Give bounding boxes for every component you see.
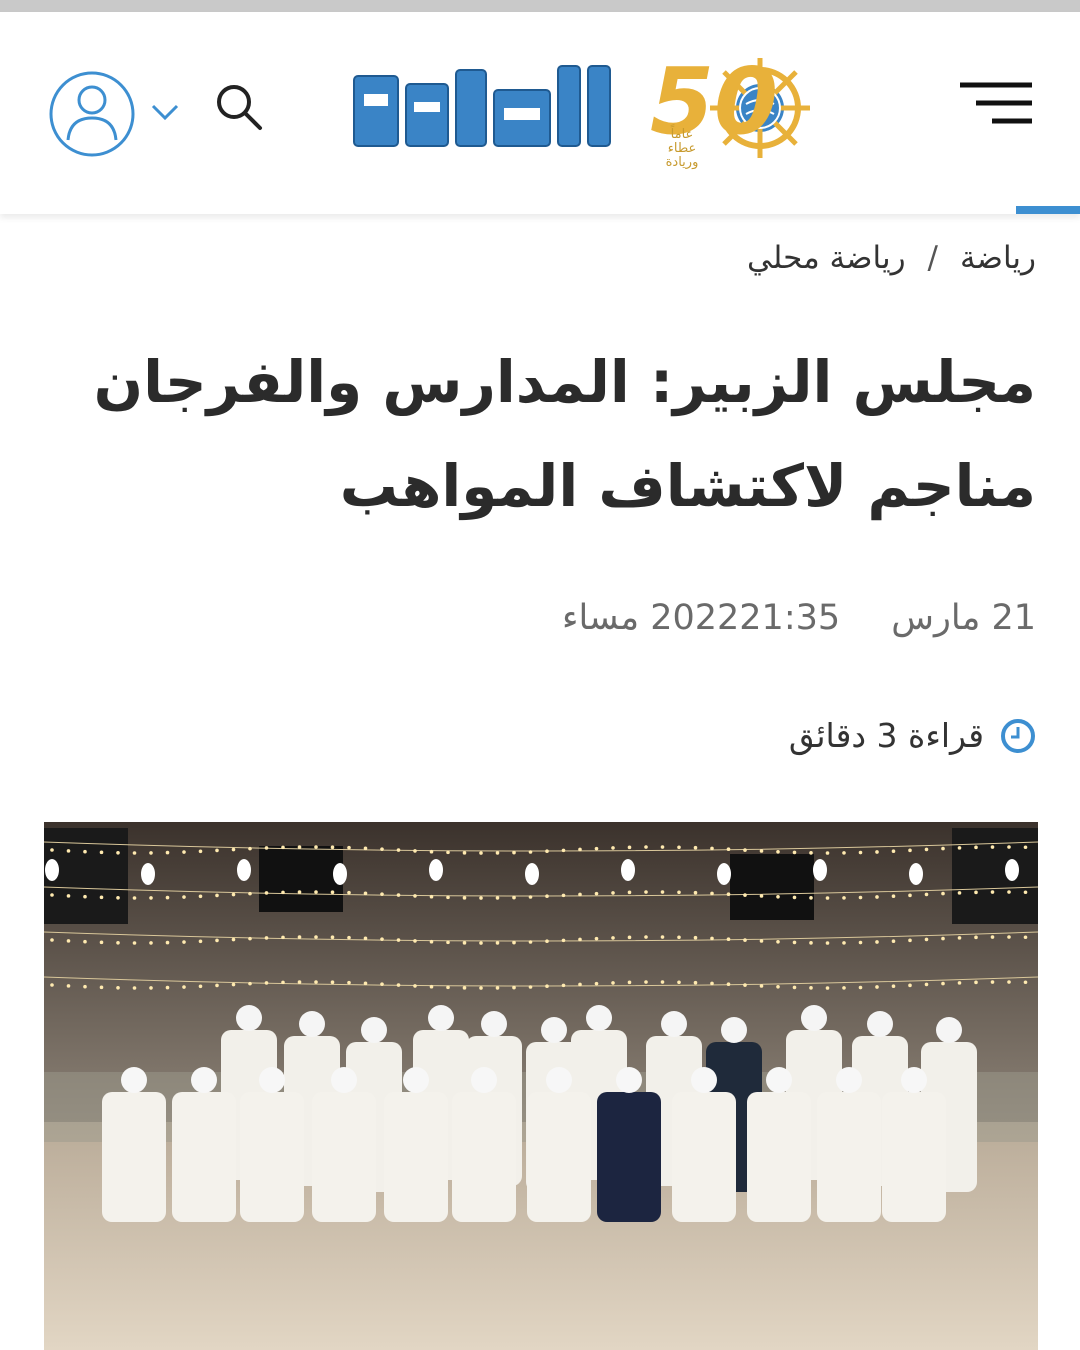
read-time-label: قراءة 3 دقائق — [788, 716, 984, 755]
article-title: مجلس الزبير: المدارس والفرجان مناجم لاكت… — [76, 330, 1036, 538]
status-bar-strip — [0, 0, 1080, 12]
search-icon[interactable] — [212, 80, 266, 134]
breadcrumb: رياضة / رياضة محلي — [747, 240, 1036, 276]
article-title-line-1: مجلس الزبير: المدارس والفرجان — [93, 348, 1036, 416]
article-meta: 21 مارس 202221:35 مساء — [562, 598, 1036, 638]
breadcrumb-separator: / — [927, 240, 938, 276]
article-photo[interactable] — [44, 822, 1038, 1350]
publish-date: 21 مارس 2022 — [650, 598, 1036, 638]
header-accent-bar — [1016, 206, 1080, 214]
hamburger-menu-icon[interactable] — [956, 80, 1036, 126]
user-avatar-icon[interactable] — [48, 70, 136, 158]
breadcrumb-item-sport[interactable]: رياضة — [960, 240, 1036, 276]
breadcrumb-item-local-sport[interactable]: رياضة محلي — [747, 240, 906, 276]
chevron-down-icon[interactable] — [148, 100, 182, 124]
article-title-line-2: مناجم لاكتشاف المواهب — [339, 452, 1036, 520]
clock-icon — [1001, 718, 1035, 753]
logo-badge-caption: عاماً عطاء وريادة — [665, 127, 699, 170]
read-time: قراءة 3 دقائق — [789, 716, 1036, 755]
